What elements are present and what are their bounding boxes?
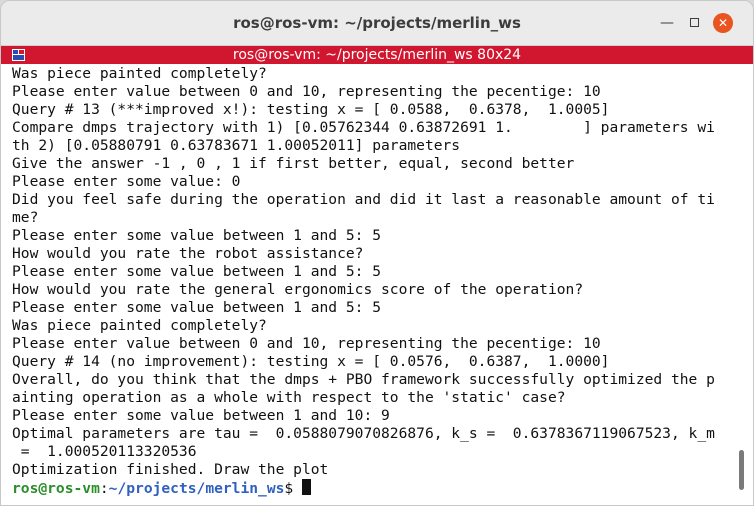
close-button[interactable]: ✕	[713, 13, 733, 33]
output-line: Optimal parameters are tau = 0.058807907…	[12, 425, 715, 442]
prompt-path: ~/projects/merlin_ws	[108, 480, 285, 497]
output-line: Please enter some value: 0	[12, 173, 241, 190]
prompt-separator: :	[99, 480, 109, 497]
output-line: Overall, do you think that the dmps + PB…	[12, 371, 715, 388]
output-line: Was piece painted completely?	[12, 317, 267, 334]
terminal-output[interactable]: Was piece painted completely? Please ente…	[12, 65, 734, 503]
output-line: How would you rate the general ergonomic…	[12, 281, 584, 298]
output-line: Query # 13 (***improved x!): testing x =…	[12, 101, 610, 118]
prompt-line[interactable]: ros@ros-vm:~/projects/merlin_ws$	[12, 479, 734, 497]
output-line: = 1.000520113320536	[12, 443, 197, 460]
output-line: Was piece painted completely?	[12, 65, 267, 82]
output-line: me?	[12, 209, 39, 226]
output-line: Please enter some value between 1 and 5:…	[12, 299, 382, 316]
output-line: Please enter value between 0 and 10, rep…	[12, 83, 601, 100]
tab-label: ros@ros-vm: ~/projects/merlin_ws 80x24	[232, 47, 522, 63]
output-line: Please enter some value between 1 and 5:…	[12, 263, 382, 280]
output-line: Please enter value between 0 and 10, rep…	[12, 335, 601, 352]
prompt-symbol: $	[284, 480, 302, 497]
terminal-window: ros@ros-vm: ~/projects/merlin_ws — ✕ ros…	[0, 0, 754, 506]
output-line: Give the answer -1 , 0 , 1 if first bett…	[12, 155, 575, 172]
output-line: Query # 14 (no improvement): testing x =…	[12, 353, 610, 370]
text-cursor	[301, 479, 311, 495]
output-line: Optimization finished. Draw the plot	[12, 461, 329, 478]
scrollbar-thumb[interactable]	[739, 450, 744, 490]
prompt-user-host: ros@ros-vm	[12, 480, 100, 497]
terminal-tab[interactable]: ros@ros-vm: ~/projects/merlin_ws 80x24	[1, 46, 753, 64]
output-line: Compare dmps trajectory with 1) [0.05762…	[12, 119, 715, 136]
output-line: th 2) [0.05880791 0.63783671 1.00052011]…	[12, 137, 461, 154]
output-line: ainting operation as a whole with respec…	[12, 389, 566, 406]
maximize-button[interactable]	[686, 14, 704, 32]
output-line: Please enter some value between 1 and 5:…	[12, 227, 382, 244]
output-line: How would you rate the robot assistance?	[12, 245, 364, 262]
minimize-button[interactable]: —	[658, 14, 676, 32]
maximize-icon	[690, 18, 699, 27]
output-line: Did you feel safe during the operation a…	[12, 191, 715, 208]
output-line: Please enter some value between 1 and 10…	[12, 407, 390, 424]
title-bar[interactable]: ros@ros-vm: ~/projects/merlin_ws — ✕	[1, 1, 753, 46]
window-title: ros@ros-vm: ~/projects/merlin_ws	[233, 14, 521, 32]
